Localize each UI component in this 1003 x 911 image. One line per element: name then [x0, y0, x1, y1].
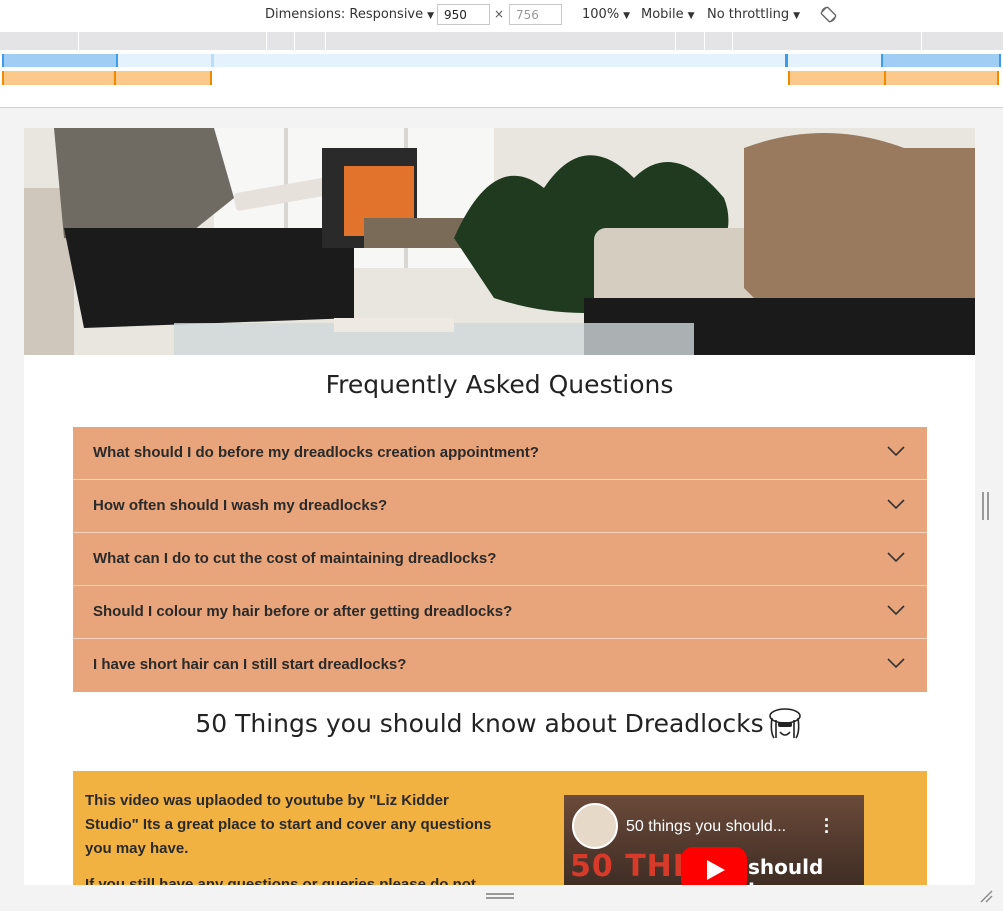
faq-question: What can I do to cut the cost of maintai… [93, 550, 497, 567]
faq-accordion: What should I do before my dreadlocks cr… [73, 427, 927, 692]
chevron-down-icon [887, 499, 905, 510]
hero-image [24, 128, 975, 355]
ruler-range-mark [884, 71, 886, 85]
ruler-tick [266, 32, 267, 50]
faq-question: What should I do before my dreadlocks cr… [93, 444, 539, 461]
video-heading-text: 50 Things you should know about Dreadloc… [195, 709, 764, 738]
video-description: This video was uplaoded to youtube by "L… [85, 789, 505, 885]
ruler-min-width-mark[interactable] [785, 54, 788, 67]
ruler-range-mark [114, 71, 116, 85]
ruler-tick [675, 32, 676, 50]
hero-photo-illustration [24, 128, 975, 355]
ruler-range-left[interactable] [2, 71, 212, 85]
video-description-paragraph: This video was uplaoded to youtube by "L… [85, 792, 492, 857]
times-symbol: × [494, 7, 505, 21]
device-caret-icon: ▼ [687, 11, 695, 21]
resize-handle-right[interactable] [982, 492, 989, 520]
faq-heading: Frequently Asked Questions [325, 370, 674, 399]
youtube-embed[interactable]: 50 things you should... · · · 50 THING sho… [564, 795, 864, 885]
chevron-down-icon [887, 552, 905, 563]
zoom-caret-icon: ▼ [623, 11, 631, 21]
ruler-min-width-right[interactable] [881, 54, 1001, 67]
ruler-tick [732, 32, 733, 50]
dimensions-dropdown[interactable]: Dimensions: Responsive ▼ [265, 7, 434, 22]
thumbnail-subtext: should know [748, 855, 824, 885]
zoom-dropdown[interactable]: 100% ▼ [582, 7, 630, 22]
ruler-range-right[interactable] [788, 71, 999, 85]
faq-question: I have short hair can I still start drea… [93, 656, 407, 673]
faq-item[interactable]: How often should I wash my dreadlocks? [73, 480, 927, 533]
throttling-label: No throttling [707, 7, 790, 22]
throttling-caret-icon: ▼ [793, 11, 800, 21]
video-description-paragraph: If you still have any questions or queri… [85, 876, 476, 885]
ruler-min-width-mark[interactable] [211, 54, 214, 67]
video-heading: 50 Things you should know about Dreadloc… [24, 708, 975, 742]
faq-item[interactable]: Should I colour my hair before or after … [73, 586, 927, 639]
dimensions-label: Dimensions: Responsive [265, 7, 424, 22]
faq-question: How often should I wash my dreadlocks? [93, 497, 388, 514]
faq-item[interactable]: What can I do to cut the cost of maintai… [73, 533, 927, 586]
height-input[interactable] [509, 4, 562, 25]
devtools-toolbar: Dimensions: Responsive▼ × 100%▼ Mobile▼ … [0, 0, 1003, 30]
device-type-label: Mobile [641, 7, 684, 22]
faq-item[interactable]: What should I do before my dreadlocks cr… [73, 427, 927, 480]
throttling-dropdown[interactable]: No throttling ▼ [707, 7, 800, 22]
rotate-icon[interactable] [820, 6, 837, 23]
dimensions-caret-icon: ▼ [427, 11, 435, 21]
faq-item[interactable]: I have short hair can I still start drea… [73, 639, 927, 692]
ruler-min-width-left[interactable] [2, 54, 118, 67]
ruler-tick [704, 32, 705, 50]
emulated-viewport: Frequently Asked Questions What should I… [24, 128, 975, 885]
ruler-tick [921, 32, 922, 50]
chevron-down-icon [887, 658, 905, 669]
ruler-tick [78, 32, 79, 50]
play-button-icon[interactable] [681, 847, 747, 885]
device-type-dropdown[interactable]: Mobile ▼ [641, 7, 695, 22]
media-query-rulers [0, 30, 1003, 108]
chevron-down-icon [887, 446, 905, 457]
faq-question: Should I colour my hair before or after … [93, 603, 513, 620]
zoom-label: 100% [582, 7, 620, 22]
width-input[interactable] [437, 4, 490, 25]
video-caption[interactable]: 50 things you should... [626, 818, 786, 836]
dreadlocks-icon [768, 708, 801, 739]
video-section: This video was uplaoded to youtube by "L… [73, 771, 927, 885]
channel-avatar[interactable] [572, 803, 618, 849]
more-options-icon[interactable]: · · · [824, 811, 830, 841]
ruler-min-width-track [2, 54, 999, 67]
resize-handle-bottom[interactable] [486, 893, 514, 899]
ruler-tick [294, 32, 295, 50]
resize-corner-icon[interactable] [978, 888, 994, 904]
ruler-tick [325, 32, 326, 50]
chevron-down-icon [887, 605, 905, 616]
ruler-max-width-bar[interactable] [0, 32, 1003, 50]
